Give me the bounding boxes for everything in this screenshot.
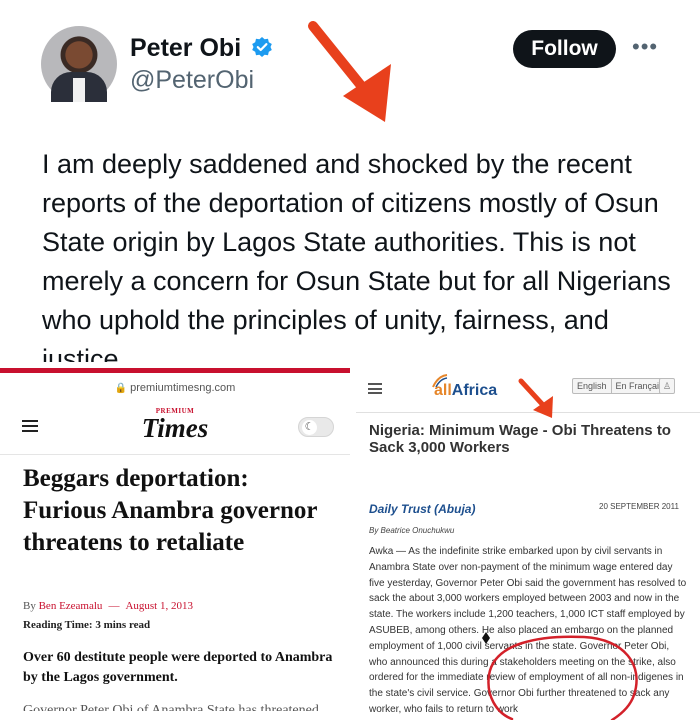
user-handle[interactable]: @PeterObi xyxy=(130,66,254,95)
red-arrow-annotation-icon xyxy=(308,21,391,122)
article-date: 20 SEPTEMBER 2011 xyxy=(599,502,679,511)
premium-times-logo[interactable]: PREMIUM Times xyxy=(130,407,220,443)
logo-times-text: Times xyxy=(141,413,209,443)
tweet-card: Peter Obi @PeterObi Follow ••• I am deep… xyxy=(0,0,700,362)
language-switcher: English En Français xyxy=(572,378,669,394)
hamburger-menu-icon[interactable] xyxy=(22,420,38,432)
profile-avatar[interactable] xyxy=(41,26,117,102)
avatar-shirt xyxy=(73,78,85,102)
site-header: PREMIUM Times ☾ xyxy=(0,403,350,455)
article-headline: Beggars deportation: Furious Anambra gov… xyxy=(23,465,317,556)
user-account-icon[interactable]: ♙ xyxy=(659,378,675,394)
follow-button[interactable]: Follow xyxy=(513,30,616,68)
by-label: By xyxy=(23,600,36,612)
logo-suffix: Africa xyxy=(451,382,498,399)
article-headline: Nigeria: Minimum Wage - Obi Threatens to… xyxy=(369,422,671,456)
lang-english-button[interactable]: English xyxy=(573,379,611,393)
premium-times-article: 🔒 premiumtimesng.com PREMIUM Times ☾ Begg… xyxy=(0,368,350,720)
hamburger-menu-icon[interactable] xyxy=(368,383,382,394)
display-name[interactable]: Peter Obi xyxy=(130,34,241,63)
article-lead: Over 60 destitute people were deported t… xyxy=(23,650,333,685)
verified-badge-icon xyxy=(252,37,272,57)
article-body-cut: Governor Peter Obi of Anambra State has … xyxy=(23,703,319,711)
dark-mode-toggle[interactable]: ☾ xyxy=(298,417,334,437)
more-options-icon[interactable]: ••• xyxy=(632,34,658,60)
author-link[interactable]: Ben Ezeamalu xyxy=(39,600,103,612)
moon-icon: ☾ xyxy=(302,420,317,435)
url-text: premiumtimesng.com xyxy=(130,382,236,394)
logo-prefix: all xyxy=(434,382,452,399)
article-meta: By Ben Ezeamalu — August 1, 2013 xyxy=(23,600,193,612)
lock-icon: 🔒 xyxy=(114,383,128,394)
address-bar[interactable]: 🔒 premiumtimesng.com xyxy=(0,373,350,403)
allafrica-logo[interactable]: allAfrica xyxy=(434,382,497,400)
meta-dash: — xyxy=(108,600,120,612)
article-date: August 1, 2013 xyxy=(125,600,193,612)
article-byline: By Beatrice Onuchukwu xyxy=(369,526,455,535)
tweet-body-text: I am deeply saddened and shocked by the … xyxy=(42,149,671,362)
red-circle-annotation-icon xyxy=(487,635,638,720)
red-arrow-annotation-icon xyxy=(518,378,553,418)
reading-time: Reading Time: 3 mins read xyxy=(23,619,151,631)
article-source[interactable]: Daily Trust (Abuja) xyxy=(369,502,475,516)
